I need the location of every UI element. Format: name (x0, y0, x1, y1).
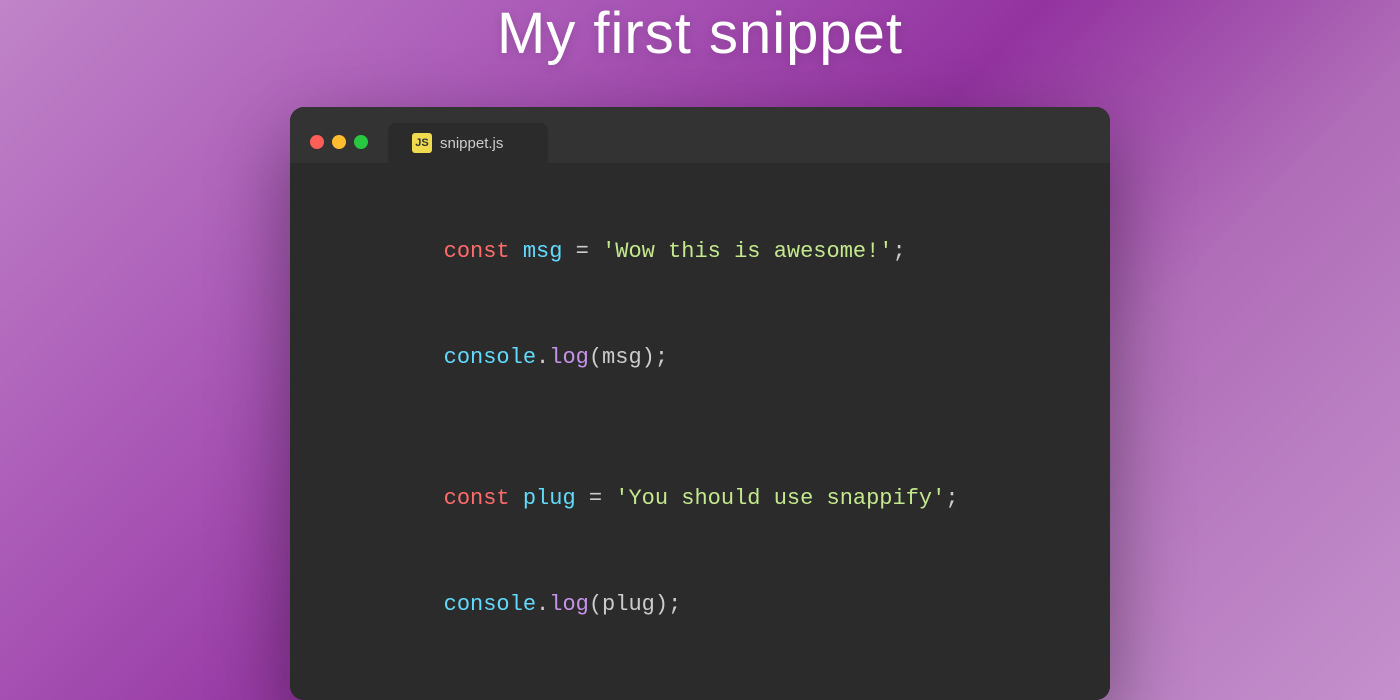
keyword-const-2: const (444, 486, 523, 511)
dot-2: . (536, 592, 549, 617)
semicolon: ; (893, 239, 906, 264)
equals-2: = (576, 486, 616, 511)
page-title: My first snippet (497, 0, 903, 67)
code-block-1: const msg = 'Wow this is awesome!'; cons… (338, 199, 1062, 410)
console-obj-2: console (444, 592, 536, 617)
traffic-lights (310, 135, 388, 163)
code-line-3: const plug = 'You should use snappify'; (338, 446, 1062, 552)
string-value: 'Wow this is awesome!' (602, 239, 892, 264)
titlebar: JS snippet.js (290, 107, 1110, 163)
parens: (msg); (589, 345, 668, 370)
code-line-4: console.log(plug); (338, 552, 1062, 658)
parens-2: (plug); (589, 592, 681, 617)
js-badge: JS (412, 133, 432, 153)
var-plug: plug (523, 486, 576, 511)
log-method: log (549, 345, 589, 370)
file-tab[interactable]: JS snippet.js (388, 123, 548, 163)
string-value-2: 'You should use snappify' (615, 486, 945, 511)
code-area: const msg = 'Wow this is awesome!'; cons… (290, 163, 1110, 700)
console-obj: console (444, 345, 536, 370)
code-line-2: console.log(msg); (338, 305, 1062, 411)
maximize-button[interactable] (354, 135, 368, 149)
tab-filename: snippet.js (440, 135, 503, 152)
log-method-2: log (549, 592, 589, 617)
semicolon-2: ; (945, 486, 958, 511)
code-line-1: const msg = 'Wow this is awesome!'; (338, 199, 1062, 305)
var-msg: msg (523, 239, 563, 264)
minimize-button[interactable] (332, 135, 346, 149)
equals: = (562, 239, 602, 264)
keyword-const: const (444, 239, 523, 264)
editor-window: JS snippet.js const msg = 'Wow this is a… (290, 107, 1110, 700)
dot: . (536, 345, 549, 370)
code-block-2: const plug = 'You should use snappify'; … (338, 446, 1062, 657)
close-button[interactable] (310, 135, 324, 149)
